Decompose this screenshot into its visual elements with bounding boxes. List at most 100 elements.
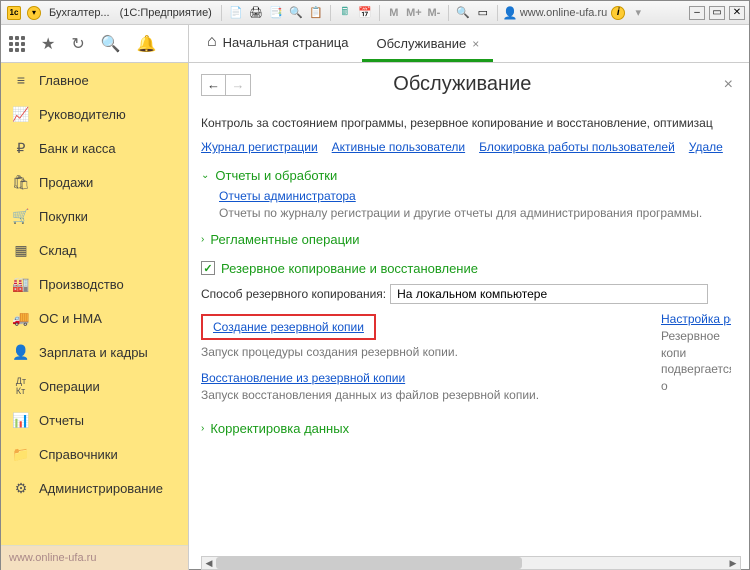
sidebar-item-label: Справочники xyxy=(39,447,118,462)
boxes-icon: ▦ xyxy=(13,242,29,258)
section-title: Корректировка данных xyxy=(210,421,349,436)
page-description: Контроль за состоянием программы, резерв… xyxy=(201,116,731,130)
tabs-area: Начальная страница Обслуживание × xyxy=(189,25,749,62)
sidebar-item-operations[interactable]: ДтКт Операции xyxy=(1,369,188,403)
user-icon: 👤 xyxy=(503,6,518,20)
toolbar-icon[interactable]: 📄 xyxy=(227,4,245,22)
scroll-right-icon[interactable]: ▶ xyxy=(726,557,740,569)
bars-icon: 📊 xyxy=(13,412,29,428)
sidebar-item-assets[interactable]: 🚚ОС и НМА xyxy=(1,301,188,335)
link-user-lock[interactable]: Блокировка работы пользователей xyxy=(479,140,675,154)
dropdown-icon[interactable]: ▾ xyxy=(629,4,647,22)
minimize-button[interactable]: – xyxy=(689,6,705,20)
sidebar-item-label: Банк и касса xyxy=(39,141,116,156)
dropdown-circle-icon[interactable]: ▾ xyxy=(25,4,43,22)
truck-icon: 🚚 xyxy=(13,310,29,326)
divider xyxy=(221,5,222,21)
sidebar-item-reports[interactable]: 📊 Отчеты xyxy=(1,403,188,437)
sidebar-item-admin[interactable]: ⚙Администрирование xyxy=(1,471,188,505)
restore-backup-desc: Запуск восстановления данных из файлов р… xyxy=(201,387,641,404)
calculator-icon[interactable]: 🖩 xyxy=(336,4,354,22)
menu-icon: ≡ xyxy=(13,72,29,88)
document-icon[interactable]: 📋 xyxy=(307,4,325,22)
m-plus-icon[interactable]: M+ xyxy=(405,4,423,22)
sidebar-item-label: Главное xyxy=(39,73,89,88)
link-backup-settings[interactable]: Настройка резе xyxy=(661,312,731,326)
content-area: ← → Обслуживание × Контроль за состояние… xyxy=(189,63,749,570)
highlight-create-backup: Создание резервной копии xyxy=(201,314,376,340)
backup-settings-desc: Резервное копи подвергается о xyxy=(661,328,731,395)
link-admin-reports[interactable]: Отчеты администратора xyxy=(219,189,356,203)
app-logo-icon: 1c xyxy=(5,4,23,22)
scroll-left-icon[interactable]: ◀ xyxy=(202,557,216,569)
sidebar-item-main[interactable]: ≡ Главное xyxy=(1,63,188,97)
toolbar-icon[interactable]: 🖨 xyxy=(247,4,265,22)
sidebar-item-purchases[interactable]: 🛒Покупки xyxy=(1,199,188,233)
factory-icon: 🏭 xyxy=(13,276,29,292)
divider xyxy=(330,5,331,21)
link-restore-backup[interactable]: Восстановление из резервной копии xyxy=(201,371,405,385)
link-create-backup[interactable]: Создание резервной копии xyxy=(213,320,364,334)
zoom-icon[interactable]: 🔍 xyxy=(454,4,472,22)
sidebar-item-label: Продажи xyxy=(39,175,93,190)
url-label: www.online-ufa.ru xyxy=(520,7,607,19)
dtcr-icon: ДтКт xyxy=(13,378,29,394)
sidebar-item-manager[interactable]: 📈Руководителю xyxy=(1,97,188,131)
titlebar: 1c ▾ Бухгалтер... (1С:Предприятие) 📄 🖨 📑… xyxy=(1,1,749,25)
backup-method-input[interactable] xyxy=(390,284,708,304)
reports-desc: Отчеты по журналу регистрации и другие о… xyxy=(219,205,731,222)
maximize-button[interactable]: ▭ xyxy=(709,6,725,20)
section-scheduled-header[interactable]: › Регламентные операции xyxy=(201,232,731,247)
sidebar-item-label: Операции xyxy=(39,379,100,394)
person-icon: 👤 xyxy=(13,344,29,360)
tab-label: Начальная страница xyxy=(223,35,349,50)
page-title: Обслуживание xyxy=(201,73,724,96)
divider xyxy=(379,5,380,21)
sidebar-item-label: Склад xyxy=(39,243,77,258)
link-registration-log[interactable]: Журнал регистрации xyxy=(201,140,318,154)
scrollbar-horizontal[interactable]: ◀ ▶ xyxy=(201,556,741,570)
backup-checkbox[interactable]: ✓ xyxy=(201,261,215,275)
tab-home[interactable]: Начальная страница xyxy=(193,25,362,62)
preview-icon[interactable]: 🔍 xyxy=(287,4,305,22)
nav-icons-panel: ★ ↻ 🔍 🔔 xyxy=(1,25,189,62)
sidebar-item-directories[interactable]: 📁 Справочники xyxy=(1,437,188,471)
section-title: Резервное копирование и восстановление xyxy=(221,261,478,276)
sidebar-item-sales[interactable]: 🛍Продажи xyxy=(1,165,188,199)
notifications-icon[interactable]: 🔔 xyxy=(137,34,157,54)
favorites-icon[interactable]: ★ xyxy=(41,34,55,54)
sidebar-item-salary[interactable]: 👤 Зарплата и кадры xyxy=(1,335,188,369)
section-title: Регламентные операции xyxy=(210,232,359,247)
history-icon[interactable]: ↻ xyxy=(71,34,84,54)
divider xyxy=(497,5,498,21)
tab-maintenance[interactable]: Обслуживание × xyxy=(362,28,493,62)
sidebar: ≡ Главное 📈Руководителю ₽Банк и касса 🛍Пр… xyxy=(1,63,189,570)
section-title: Отчеты и обработки xyxy=(215,168,337,183)
m-icon[interactable]: M xyxy=(385,4,403,22)
quick-links: Журнал регистрации Активные пользователи… xyxy=(201,140,731,154)
chevron-down-icon: ⌄ xyxy=(201,170,209,181)
close-button[interactable]: ✕ xyxy=(729,6,745,20)
info-icon[interactable]: i xyxy=(609,4,627,22)
link-active-users[interactable]: Активные пользователи xyxy=(332,140,465,154)
calendar-icon[interactable]: 📅 xyxy=(356,4,374,22)
sidebar-item-warehouse[interactable]: ▦ Склад xyxy=(1,233,188,267)
close-panel-button[interactable]: × xyxy=(724,76,733,94)
search-icon[interactable]: 🔍 xyxy=(101,34,121,54)
link-delete[interactable]: Удале xyxy=(689,140,723,154)
m-minus-icon[interactable]: M- xyxy=(425,4,443,22)
sidebar-item-label: Администрирование xyxy=(39,481,163,496)
section-reports-header[interactable]: ⌄ Отчеты и обработки xyxy=(201,168,731,183)
window-icon[interactable]: ▭ xyxy=(474,4,492,22)
print-icon[interactable]: 📑 xyxy=(267,4,285,22)
tab-close-icon[interactable]: × xyxy=(472,37,479,51)
sidebar-item-bank[interactable]: ₽Банк и касса xyxy=(1,131,188,165)
sidebar-item-label: Зарплата и кадры xyxy=(39,345,148,360)
backup-method-label: Способ резервного копирования: xyxy=(201,287,386,301)
apps-icon[interactable] xyxy=(9,36,25,52)
scroll-thumb[interactable] xyxy=(216,557,522,569)
sidebar-item-label: Отчеты xyxy=(39,413,84,428)
folder-icon: 📁 xyxy=(13,446,29,462)
section-correction-header[interactable]: › Корректировка данных xyxy=(201,421,731,436)
sidebar-item-production[interactable]: 🏭Производство xyxy=(1,267,188,301)
